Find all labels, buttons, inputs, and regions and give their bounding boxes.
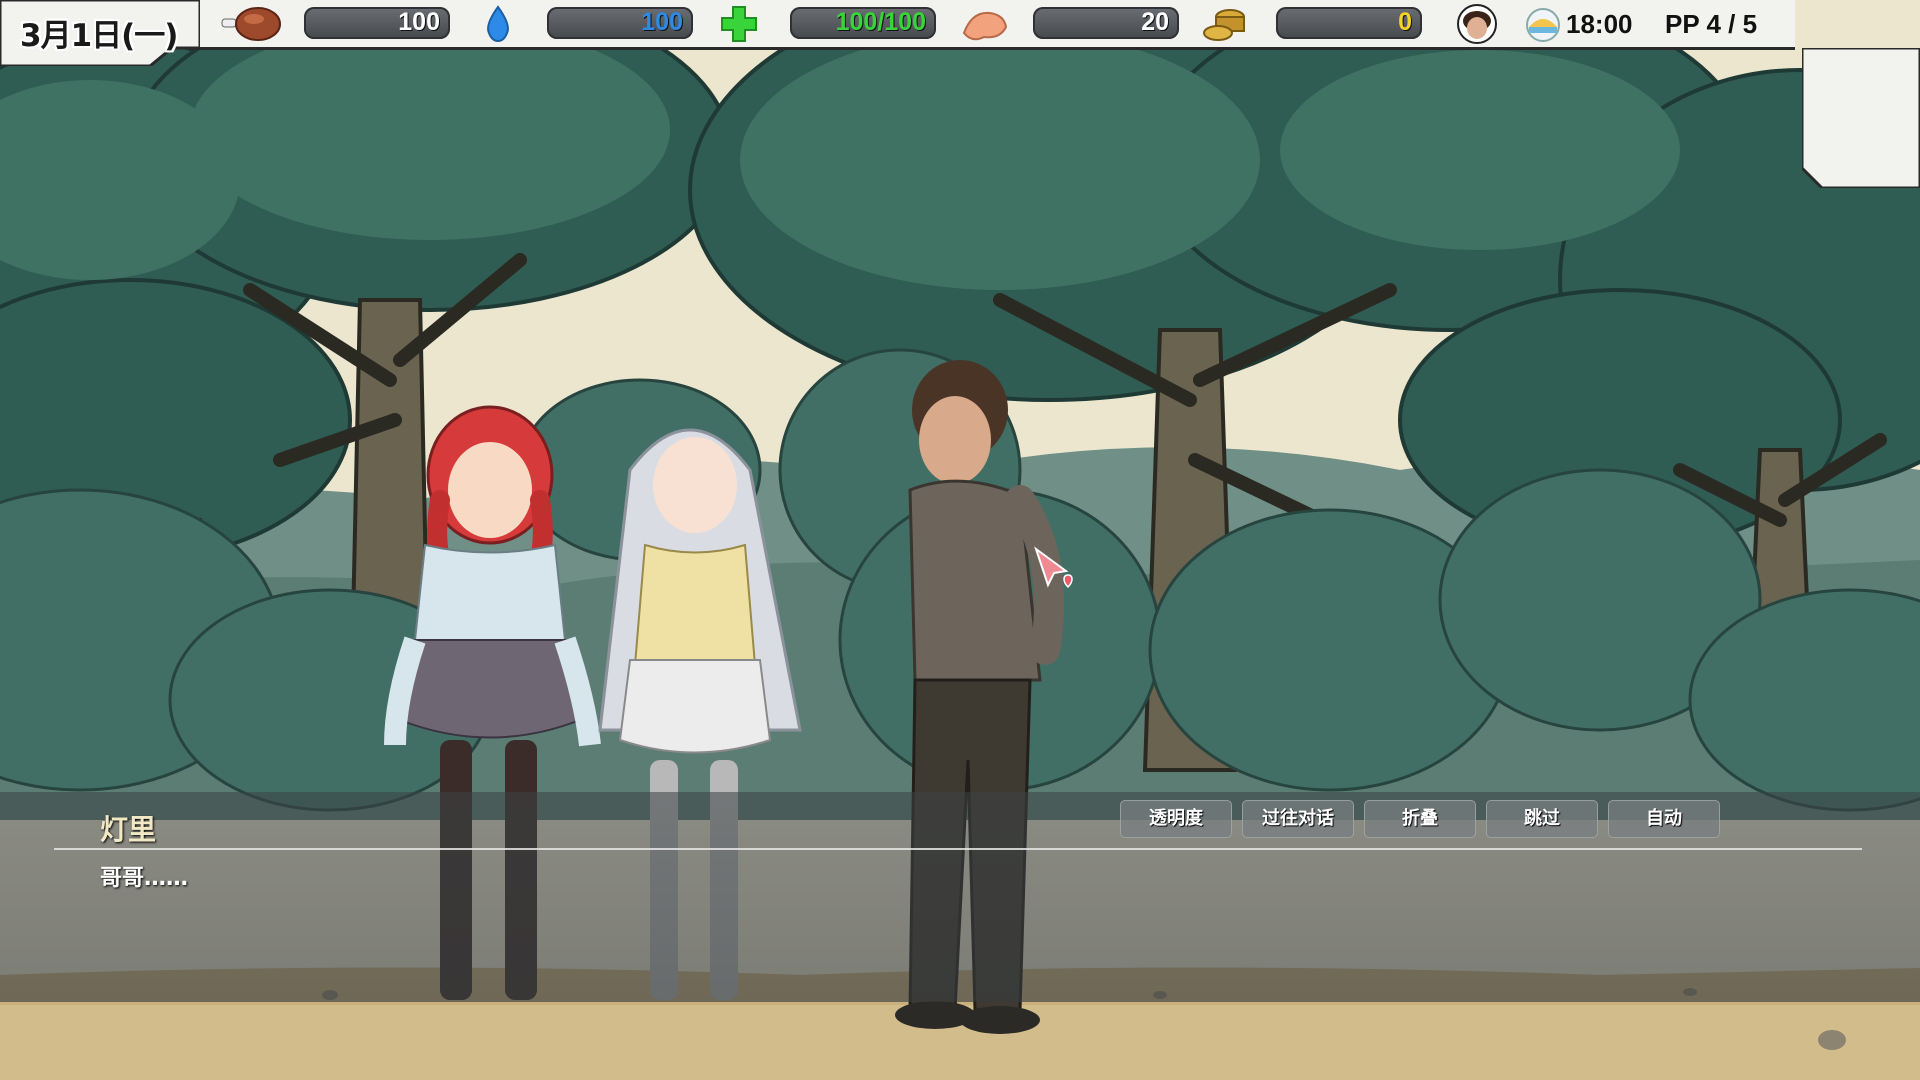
dialogue-box[interactable]: 灯里 哥哥…… 透明度 过往对话 折叠 跳过 自动 [0, 792, 1920, 1002]
dialogue-text: 哥哥…… [100, 866, 189, 891]
health-bar: 100/100 [790, 7, 936, 39]
water-value: 100 [641, 8, 683, 36]
side-panel [1802, 48, 1920, 188]
water-drop-icon [487, 5, 509, 43]
pointer-cursor-icon [1034, 546, 1073, 589]
auto-button[interactable]: 自动 [1608, 800, 1720, 838]
top-hud: 3月1日(一) 100 100 100/100 20 0 18:00 PP 4 … [0, 0, 1920, 188]
dialogue-divider [54, 848, 1862, 850]
speaker-name: 灯里 [100, 813, 157, 846]
player-avatar-icon[interactable] [1456, 3, 1498, 45]
water-bar: 100 [547, 7, 693, 39]
muscle-arm-icon [962, 11, 1008, 41]
coins-icon [1203, 9, 1245, 41]
backlog-button[interactable]: 过往对话 [1242, 800, 1354, 838]
money-bar: 0 [1276, 7, 1422, 39]
opacity-button[interactable]: 透明度 [1120, 800, 1232, 838]
strength-bar: 20 [1033, 7, 1179, 39]
strength-value: 20 [1141, 8, 1169, 36]
health-value: 100/100 [835, 8, 926, 36]
clock-label: 18:00 [1566, 9, 1633, 39]
food-bar: 100 [304, 7, 450, 39]
money-value: 0 [1398, 8, 1412, 36]
sunset-icon [1526, 8, 1560, 42]
health-cross-icon [721, 6, 757, 42]
date-label: 3月1日(一) [20, 18, 178, 54]
collapse-button[interactable]: 折叠 [1364, 800, 1476, 838]
pp-counter: PP 4 / 5 [1665, 9, 1758, 39]
skip-button[interactable]: 跳过 [1486, 800, 1598, 838]
meat-icon [221, 7, 281, 41]
food-value: 100 [398, 8, 440, 36]
